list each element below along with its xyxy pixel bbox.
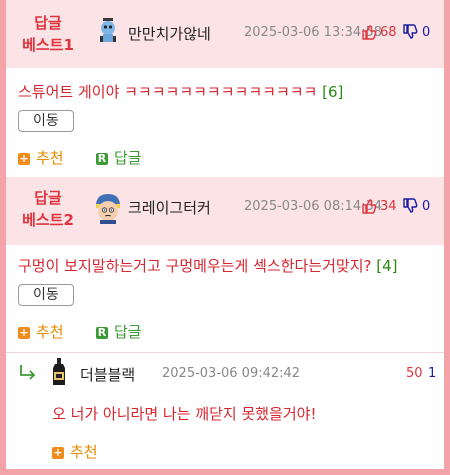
thumb-up-icon[interactable]: [361, 24, 377, 40]
reply-arrow-icon: [20, 365, 36, 380]
comment-body: 스튜어트 게이야 ㅋㅋㅋㅋㅋㅋㅋㅋㅋㅋㅋㅋㅋㅋ [6] 이동: [18, 78, 438, 134]
avatar[interactable]: [92, 192, 124, 224]
reply-badge-icon: R: [96, 152, 108, 165]
recommend-button[interactable]: + 추천: [18, 321, 64, 342]
best-comment-2-header: 답글 베스트2 크레이그터커 2025-03-06 08:14:34 34 0: [6, 177, 444, 245]
recommend-button[interactable]: + 추천: [18, 147, 64, 168]
reply-button[interactable]: R 답글: [96, 321, 142, 342]
upvote-count: 34: [380, 199, 397, 214]
thumb-up-icon[interactable]: [361, 198, 377, 214]
move-button[interactable]: 이동: [18, 109, 74, 132]
best-comment-1-header: 답글 베스트1 만만치가않네 2025-03-06 13:34:58 68 0: [6, 0, 444, 68]
reply-body: 오 너가 아니라면 나는 깨닫지 못했을거야!: [52, 405, 317, 423]
reply-count: [6]: [322, 83, 344, 101]
divider: [6, 352, 444, 353]
comment-nickname[interactable]: 크레이그터커: [128, 197, 211, 218]
comment-body: 구멍이 보지말하는거고 구멍메우는게 섹스한다는거맞지? [4] 이동: [18, 252, 438, 308]
reply-count: [4]: [376, 257, 398, 275]
move-button[interactable]: 이동: [18, 283, 74, 306]
reply-nickname[interactable]: 더블블랙: [80, 364, 135, 385]
comment-nickname[interactable]: 만만치가않네: [128, 23, 211, 44]
downvote-count: 0: [422, 25, 431, 40]
thumb-down-icon[interactable]: [402, 24, 418, 40]
best-label-2: 답글 베스트2: [22, 189, 74, 229]
plus-icon: +: [18, 326, 30, 339]
best-label-1: 답글 베스트1: [22, 14, 74, 54]
reply-downvote-count: 1: [428, 366, 437, 381]
reply-upvote-count: 50: [406, 366, 423, 381]
plus-icon: +: [18, 152, 30, 165]
reply-button[interactable]: R 답글: [96, 147, 142, 168]
reply-timestamp: 2025-03-06 09:42:42: [162, 366, 301, 381]
plus-icon: +: [52, 446, 64, 459]
avatar[interactable]: [50, 358, 68, 386]
upvote-count: 68: [380, 25, 397, 40]
comment-panel: 답글 베스트1 만만치가않네 2025-03-06 13:34:58 68 0 …: [6, 0, 444, 469]
reply-badge-icon: R: [96, 326, 108, 339]
recommend-button[interactable]: + 추천: [52, 441, 98, 462]
avatar[interactable]: [94, 17, 122, 45]
thumb-down-icon[interactable]: [402, 198, 418, 214]
downvote-count: 0: [422, 199, 431, 214]
